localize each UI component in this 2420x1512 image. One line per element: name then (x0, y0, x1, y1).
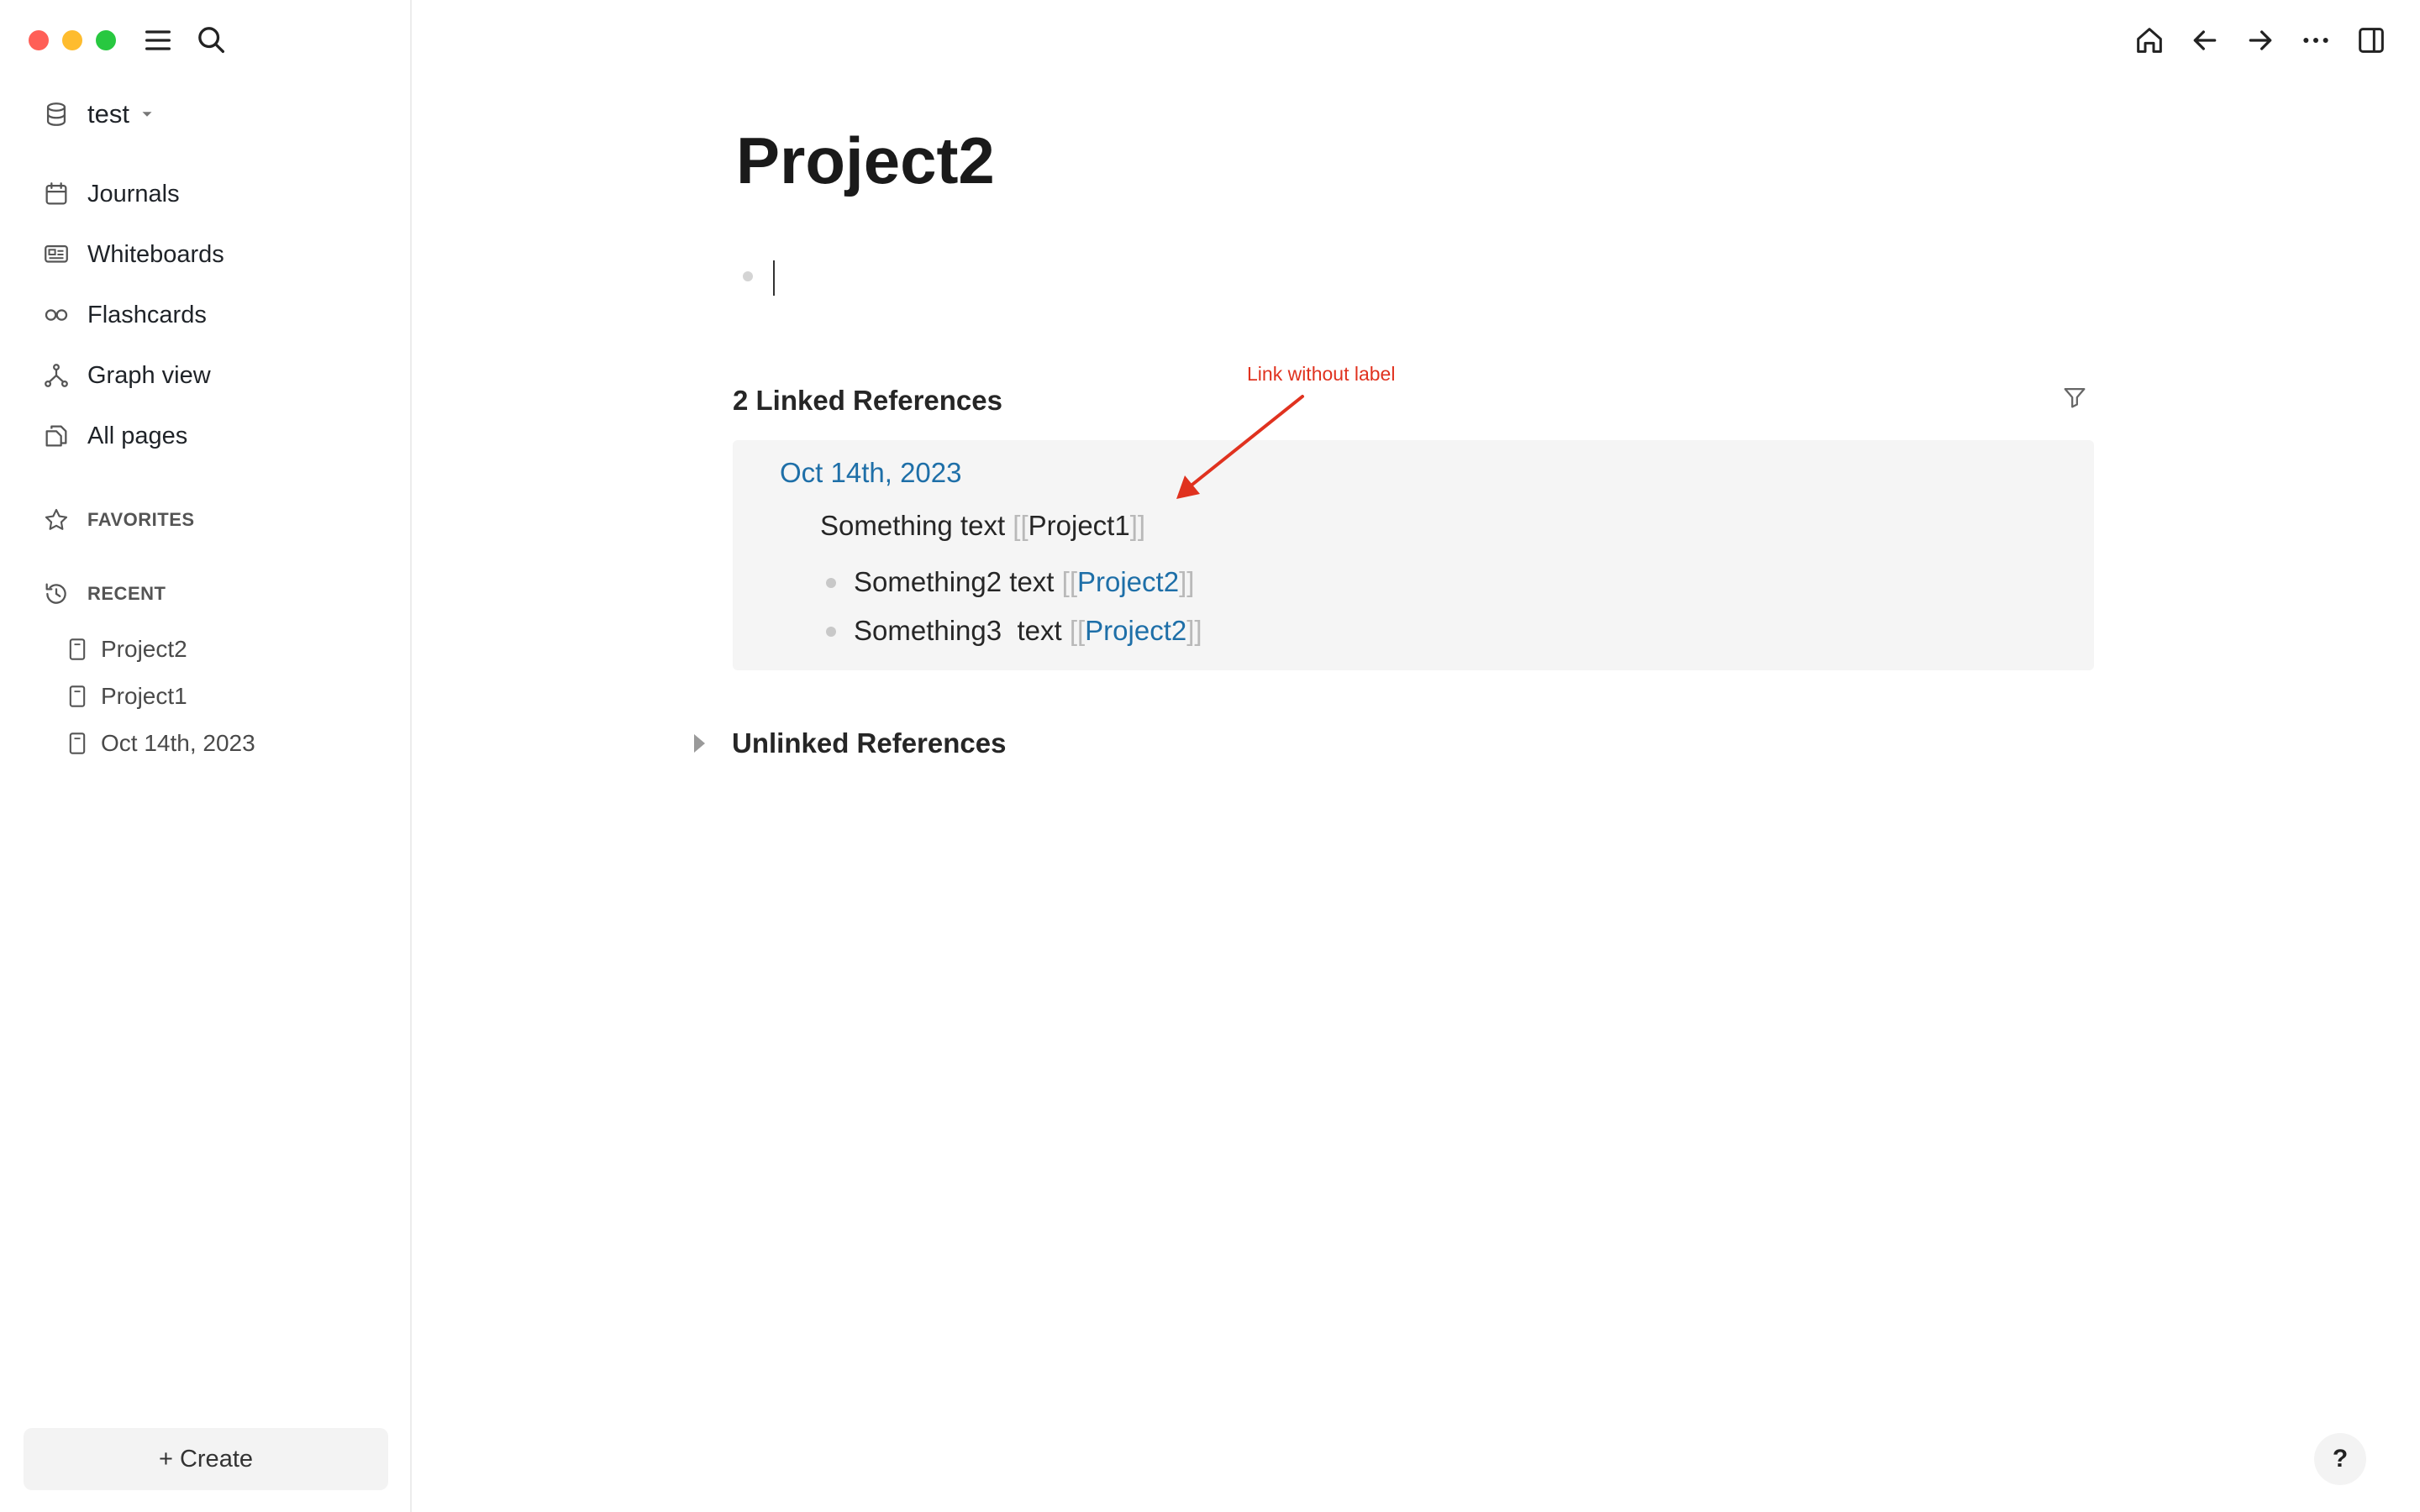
filter-icon[interactable] (2060, 383, 2089, 412)
hierarchy-icon (45, 364, 68, 387)
close-brackets: ]] (1179, 566, 1195, 597)
help-button[interactable]: ? (2314, 1433, 2366, 1485)
more-options-icon[interactable] (2299, 24, 2333, 57)
close-brackets: ]] (1129, 510, 1146, 541)
reference-line-3[interactable]: Something3 text [[Project2]] (854, 615, 1202, 647)
open-brackets: [[ (1069, 615, 1086, 646)
caret-right-icon (694, 734, 705, 753)
page-icon (69, 638, 86, 660)
menu-icon[interactable] (141, 24, 175, 57)
open-brackets: [[ (1013, 510, 1028, 541)
unlinked-references-title: Unlinked References (732, 727, 1007, 759)
files-icon (45, 425, 67, 447)
infinity-icon (45, 309, 68, 321)
graph-selector[interactable]: test (42, 99, 156, 129)
left-sidebar: test Journals Whiteboards Flashcards Gra… (0, 0, 412, 1512)
close-brackets: ]] (1186, 615, 1202, 646)
nav-all-pages[interactable]: All pages (42, 422, 187, 450)
history-icon (45, 583, 66, 604)
recent-header[interactable]: RECENT (42, 580, 166, 608)
search-icon[interactable] (195, 24, 229, 57)
recent-item-project1[interactable]: Project1 (67, 683, 187, 710)
recent-item-label: Project2 (101, 636, 187, 662)
reference-line-text: Something2 text (854, 566, 1062, 597)
page-ref-project1[interactable]: Project1 (1028, 510, 1130, 541)
top-toolbar (2133, 24, 2388, 57)
block-bullet[interactable] (826, 627, 836, 637)
favorites-header[interactable]: FAVORITES (42, 506, 195, 534)
nav-graph-view-label: Graph view (87, 361, 211, 389)
nav-whiteboards-label: Whiteboards (87, 240, 224, 268)
unlinked-references-toggle[interactable]: Unlinked References (694, 727, 1006, 759)
page-ref-project2[interactable]: Project2 (1085, 615, 1186, 646)
star-icon (45, 508, 68, 530)
nav-whiteboards[interactable]: Whiteboards (42, 240, 224, 269)
recent-item-oct-14th-2023[interactable]: Oct 14th, 2023 (67, 730, 255, 757)
reference-line-1[interactable]: Something text [[Project1]] (820, 510, 1145, 542)
close-window-button[interactable] (29, 30, 49, 50)
nav-journals-label: Journals (87, 180, 180, 207)
maximize-window-button[interactable] (96, 30, 116, 50)
page-icon (69, 685, 86, 707)
reference-line-text: Something3 text (854, 615, 1070, 646)
arrow-left-icon[interactable] (2188, 24, 2222, 57)
reference-page-link[interactable]: Oct 14th, 2023 (780, 457, 961, 489)
graph-name: test (87, 99, 129, 129)
nav-graph-view[interactable]: Graph view (42, 361, 211, 390)
toggle-right-sidebar-icon[interactable] (2354, 24, 2388, 57)
text-cursor (773, 260, 775, 296)
whiteboard-icon (45, 244, 68, 263)
home-icon[interactable] (2133, 24, 2166, 57)
block-bullet[interactable] (826, 578, 836, 588)
favorites-title: FAVORITES (87, 509, 195, 530)
minimize-window-button[interactable] (62, 30, 82, 50)
arrow-right-icon[interactable] (2244, 24, 2277, 57)
nav-all-pages-label: All pages (87, 422, 188, 449)
block-bullet[interactable] (743, 271, 753, 281)
reference-line-text: Something text (820, 510, 1013, 541)
annotation-arrow-icon (1176, 395, 1304, 499)
database-icon (46, 102, 66, 126)
recent-item-project2[interactable]: Project2 (67, 636, 187, 663)
calendar-icon (45, 182, 67, 205)
reference-line-2[interactable]: Something2 text [[Project2]] (854, 566, 1194, 598)
nav-journals[interactable]: Journals (42, 180, 180, 208)
recent-title: RECENT (87, 583, 166, 604)
nav-flashcards-label: Flashcards (87, 301, 207, 328)
window-controls (29, 30, 116, 50)
recent-item-label: Oct 14th, 2023 (101, 730, 255, 756)
recent-item-label: Project1 (101, 683, 187, 709)
open-brackets: [[ (1061, 566, 1077, 597)
page-icon (69, 732, 86, 754)
nav-flashcards[interactable]: Flashcards (42, 301, 207, 329)
page-ref-project2[interactable]: Project2 (1077, 566, 1179, 597)
annotation-label: Link without label (1247, 363, 1396, 385)
page-title[interactable]: Project2 (736, 123, 995, 199)
chevron-down-icon (142, 112, 152, 117)
linked-references-title[interactable]: 2 Linked References (733, 385, 1002, 417)
create-button[interactable]: + Create (24, 1428, 388, 1490)
